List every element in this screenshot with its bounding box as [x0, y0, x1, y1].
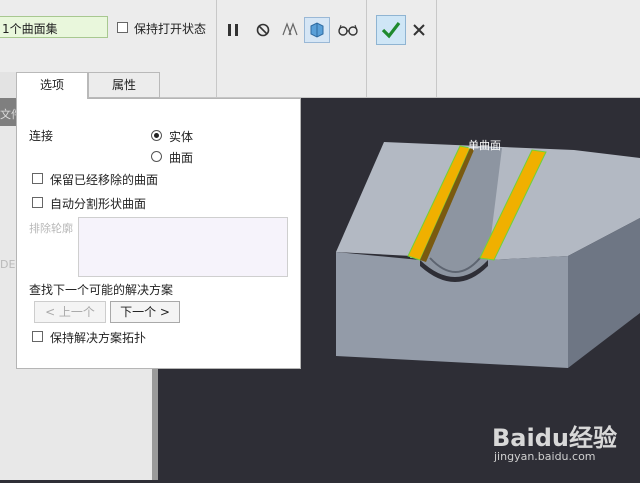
- ribbon-separator: [436, 0, 437, 97]
- ok-button[interactable]: [376, 15, 406, 45]
- find-next-label: 查找下一个可能的解决方案: [29, 283, 174, 297]
- options-panel: 连接 实体 曲面 保留已经移除的曲面 自动分割形状曲面 排除轮廓 查找下一个可能…: [16, 98, 301, 369]
- watermark-brand: Baidu经验: [492, 424, 617, 452]
- glasses-preview-button[interactable]: [335, 17, 361, 43]
- pause-icon: [228, 24, 238, 36]
- keep-open-label: 保持打开状态: [134, 22, 207, 36]
- tab-strip-left: [0, 72, 16, 98]
- watermark-url: jingyan.baidu.com: [494, 450, 596, 463]
- ribbon-separator: [366, 0, 367, 97]
- no-preview-button[interactable]: [250, 17, 276, 43]
- keep-removed-checkbox[interactable]: [32, 173, 43, 184]
- ribbon-separator: [216, 0, 217, 97]
- surface-set-collector[interactable]: 1个曲面集: [0, 16, 108, 38]
- tab-options[interactable]: 选项: [16, 72, 88, 99]
- previous-solution-button[interactable]: < 上一个: [34, 301, 106, 323]
- solid-radio[interactable]: [151, 130, 162, 141]
- auto-split-label: 自动分割形状曲面: [50, 197, 147, 211]
- close-icon: [413, 24, 425, 36]
- auto-split-checkbox[interactable]: [32, 197, 43, 208]
- preview-icon: [310, 22, 324, 38]
- pause-button[interactable]: [220, 17, 246, 43]
- next-solution-button[interactable]: 下一个 >: [110, 301, 180, 323]
- keep-topology-label: 保持解决方案拓扑: [50, 331, 147, 345]
- tab-properties[interactable]: 属性: [88, 72, 160, 98]
- exclude-contour-label: 排除轮廓: [29, 222, 73, 235]
- exclude-contour-collector[interactable]: [78, 217, 288, 277]
- verify-preview-button[interactable]: [304, 17, 330, 43]
- keep-removed-label: 保留已经移除的曲面: [50, 173, 159, 187]
- watermark: Baidu经验 jingyan.baidu.com: [492, 418, 632, 470]
- single-surface-annotation: 单曲面: [468, 139, 501, 152]
- keep-open-checkbox[interactable]: [117, 22, 128, 33]
- stop-icon: [256, 23, 270, 37]
- solid-radio-label: 实体: [169, 130, 194, 144]
- checkmark-icon: [381, 22, 401, 39]
- keep-topology-checkbox[interactable]: [32, 331, 43, 342]
- glasses-icon: [338, 24, 358, 36]
- surface-radio-label: 曲面: [169, 151, 194, 165]
- separate-preview-icon: [282, 22, 298, 36]
- cancel-button[interactable]: [406, 17, 432, 43]
- connect-label: 连接: [29, 129, 54, 143]
- separate-preview-button[interactable]: [277, 17, 303, 43]
- surface-radio[interactable]: [151, 151, 162, 162]
